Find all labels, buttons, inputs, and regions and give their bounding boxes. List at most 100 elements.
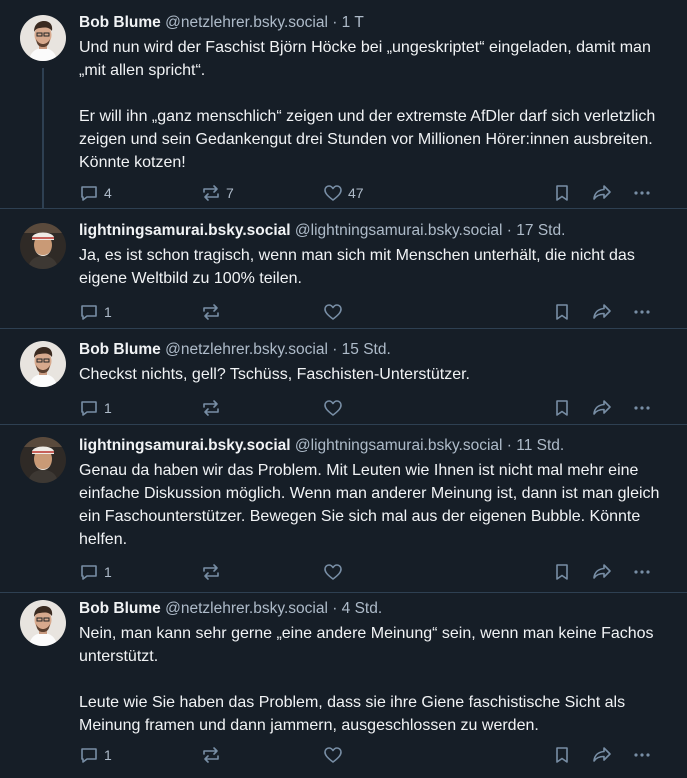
save-button[interactable] xyxy=(552,743,572,767)
post: Bob Blume @netzlehrer.bsky.social · 4 St… xyxy=(0,592,687,778)
share-button[interactable] xyxy=(592,396,612,420)
post: Bob Blume @netzlehrer.bsky.social · 15 S… xyxy=(0,328,687,424)
heart-icon xyxy=(323,398,343,418)
post-timestamp[interactable]: 11 Std. xyxy=(516,437,564,454)
reply-button[interactable]: 1 xyxy=(79,300,112,324)
avatar[interactable] xyxy=(20,437,66,483)
post-timestamp[interactable]: 1 T xyxy=(342,14,364,31)
separator-dot: · xyxy=(502,222,517,239)
save-button[interactable] xyxy=(552,181,572,205)
post-actions: 1 xyxy=(79,300,659,324)
author-handle[interactable]: @lightningsamurai.bsky.social xyxy=(295,437,503,454)
post-paragraph: Nein, man kann sehr gerne „eine andere M… xyxy=(79,625,654,665)
avatar[interactable] xyxy=(20,341,66,387)
post-header: Bob Blume @netzlehrer.bsky.social · 1 T xyxy=(79,13,671,33)
author-handle[interactable]: @netzlehrer.bsky.social xyxy=(165,14,328,31)
like-button[interactable] xyxy=(323,300,348,324)
post-timestamp[interactable]: 15 Std. xyxy=(342,341,391,358)
post: lightningsamurai.bsky.social @lightnings… xyxy=(0,424,687,592)
post-header: Bob Blume @netzlehrer.bsky.social · 15 S… xyxy=(79,340,671,360)
author-handle[interactable]: @netzlehrer.bsky.social xyxy=(165,341,328,358)
bookmark-icon xyxy=(552,183,572,203)
more-icon xyxy=(632,302,652,322)
bookmark-icon xyxy=(552,745,572,765)
post-paragraph: Ja, es ist schon tragisch, wenn man sich… xyxy=(79,247,635,287)
author-name[interactable]: lightningsamurai.bsky.social xyxy=(79,222,291,239)
post-paragraph: Checkst nichts, gell? Tschüss, Faschiste… xyxy=(79,366,470,383)
heart-icon xyxy=(323,562,343,582)
more-button[interactable] xyxy=(632,300,652,324)
reply-button[interactable]: 4 xyxy=(79,181,112,205)
reply-button[interactable]: 1 xyxy=(79,396,112,420)
post: Bob Blume @netzlehrer.bsky.social · 1 T … xyxy=(0,0,687,208)
more-icon xyxy=(632,745,652,765)
avatar[interactable] xyxy=(20,15,66,61)
share-icon xyxy=(592,302,612,322)
post-text: Genau da haben wir das Problem. Mit Leut… xyxy=(79,459,671,551)
more-button[interactable] xyxy=(632,743,652,767)
post-header: Bob Blume @netzlehrer.bsky.social · 4 St… xyxy=(79,599,671,619)
share-icon xyxy=(592,398,612,418)
repost-icon xyxy=(201,398,221,418)
repost-icon xyxy=(201,562,221,582)
repost-icon xyxy=(201,745,221,765)
reply-icon xyxy=(79,562,99,582)
save-button[interactable] xyxy=(552,560,572,584)
repost-icon xyxy=(201,183,221,203)
post-timestamp[interactable]: 17 Std. xyxy=(516,222,565,239)
repost-button[interactable] xyxy=(201,560,226,584)
avatar[interactable] xyxy=(20,223,66,269)
bookmark-icon xyxy=(552,398,572,418)
more-icon xyxy=(632,398,652,418)
like-button[interactable] xyxy=(323,743,348,767)
like-button[interactable] xyxy=(323,396,348,420)
post-text: Nein, man kann sehr gerne „eine andere M… xyxy=(79,622,671,737)
post-actions: 4 7 47 xyxy=(79,181,659,205)
repost-button[interactable] xyxy=(201,396,226,420)
post-actions: 1 xyxy=(79,743,659,767)
heart-icon xyxy=(323,302,343,322)
post: lightningsamurai.bsky.social @lightnings… xyxy=(0,208,687,328)
repost-button[interactable] xyxy=(201,743,226,767)
avatar[interactable] xyxy=(20,600,66,646)
reply-count: 1 xyxy=(104,747,112,763)
more-button[interactable] xyxy=(632,181,652,205)
author-name[interactable]: Bob Blume xyxy=(79,14,161,31)
more-button[interactable] xyxy=(632,396,652,420)
post-header: lightningsamurai.bsky.social @lightnings… xyxy=(79,221,671,241)
post-timestamp[interactable]: 4 Std. xyxy=(342,600,383,617)
author-name[interactable]: lightningsamurai.bsky.social xyxy=(79,437,291,454)
more-button[interactable] xyxy=(632,560,652,584)
post-paragraph: Und nun wird der Faschist Björn Höcke be… xyxy=(79,39,651,79)
author-handle[interactable]: @netzlehrer.bsky.social xyxy=(165,600,328,617)
share-button[interactable] xyxy=(592,560,612,584)
reply-icon xyxy=(79,183,99,203)
reply-count: 1 xyxy=(104,400,112,416)
reply-icon xyxy=(79,398,99,418)
author-name[interactable]: Bob Blume xyxy=(79,600,161,617)
reply-button[interactable]: 1 xyxy=(79,743,112,767)
heart-icon xyxy=(323,183,343,203)
repost-icon xyxy=(201,302,221,322)
post-text: Checkst nichts, gell? Tschüss, Faschiste… xyxy=(79,363,671,386)
repost-button[interactable]: 7 xyxy=(201,181,234,205)
save-button[interactable] xyxy=(552,300,572,324)
more-icon xyxy=(632,562,652,582)
like-button[interactable]: 47 xyxy=(323,181,364,205)
share-button[interactable] xyxy=(592,181,612,205)
share-button[interactable] xyxy=(592,743,612,767)
reply-icon xyxy=(79,745,99,765)
like-button[interactable] xyxy=(323,560,348,584)
author-handle[interactable]: @lightningsamurai.bsky.social xyxy=(295,222,503,239)
repost-button[interactable] xyxy=(201,300,226,324)
reply-count: 4 xyxy=(104,185,112,201)
more-icon xyxy=(632,183,652,203)
separator-dot: · xyxy=(327,341,342,358)
reply-button[interactable]: 1 xyxy=(79,560,112,584)
share-button[interactable] xyxy=(592,300,612,324)
save-button[interactable] xyxy=(552,396,572,420)
reply-icon xyxy=(79,302,99,322)
author-name[interactable]: Bob Blume xyxy=(79,341,161,358)
separator-dot: · xyxy=(327,14,342,31)
post-text: Ja, es ist schon tragisch, wenn man sich… xyxy=(79,244,671,290)
